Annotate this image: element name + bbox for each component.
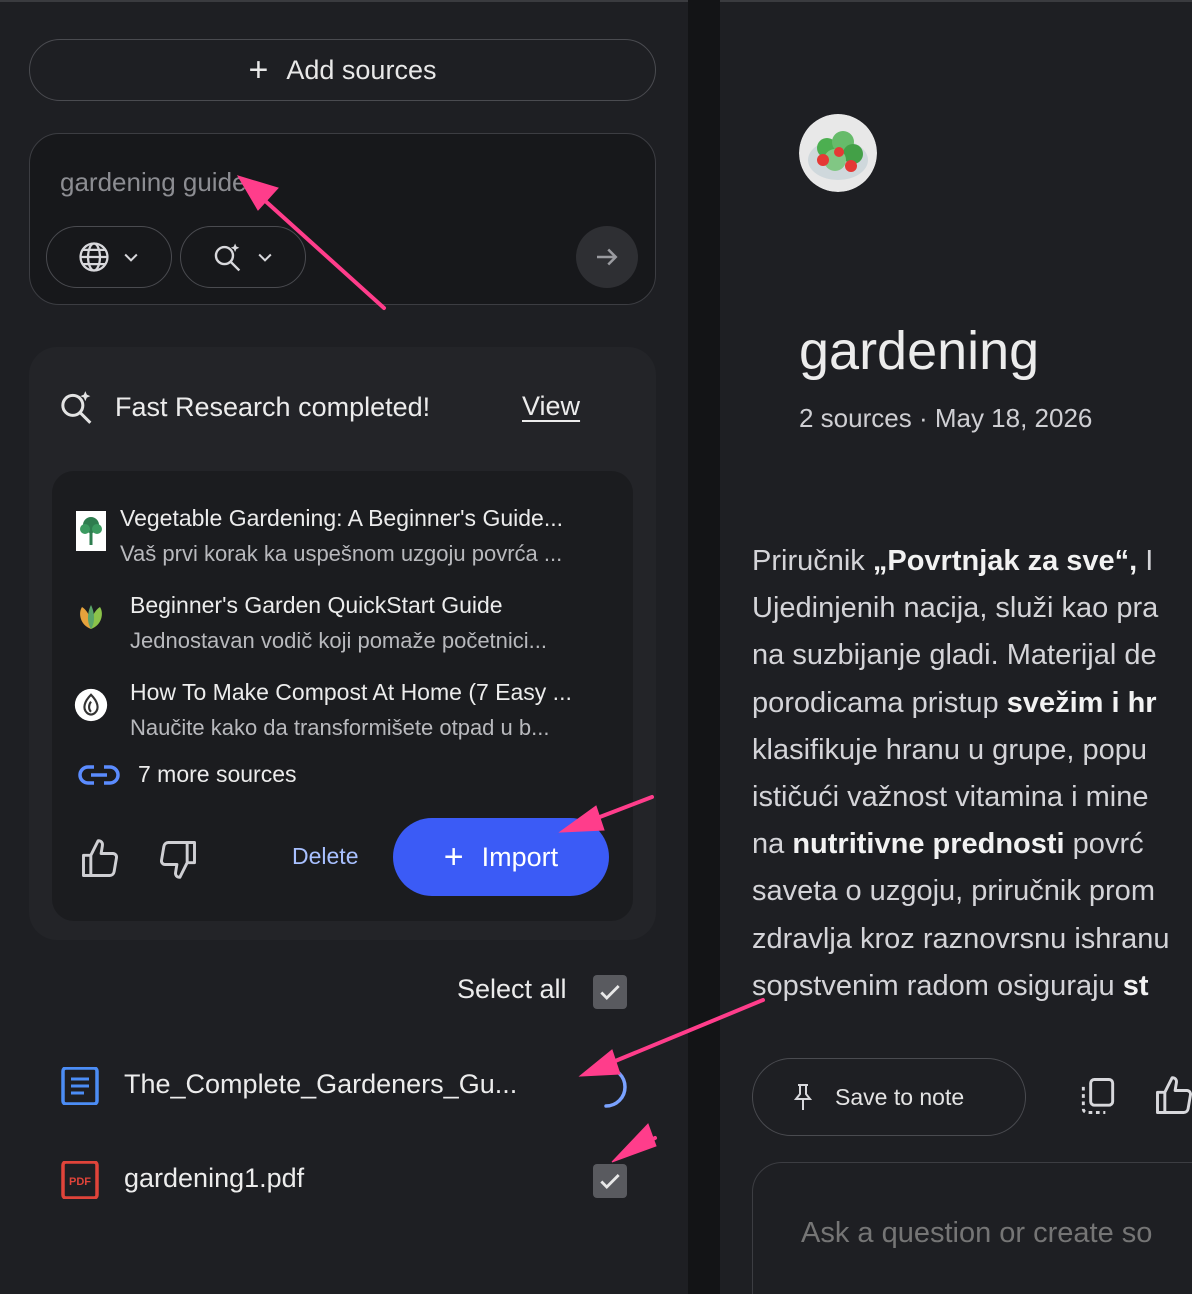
import-button[interactable]: + Import <box>393 818 609 896</box>
salad-emoji-icon <box>799 114 877 192</box>
source-item-doc[interactable]: The_Complete_Gardeners_Gu... <box>60 1061 640 1111</box>
svg-text:PDF: PDF <box>69 1176 91 1188</box>
arrow-right-icon <box>597 248 618 266</box>
chat-input[interactable] <box>801 1213 1192 1253</box>
chevron-down-icon <box>258 253 272 262</box>
document-icon <box>61 1067 99 1105</box>
research-search-box <box>29 133 656 305</box>
thumbs-up-icon[interactable] <box>1152 1074 1192 1118</box>
globe-icon <box>79 242 109 272</box>
add-sources-label: Add sources <box>286 54 437 85</box>
save-to-note-label: Save to note <box>835 1083 965 1110</box>
research-mode-dropdown[interactable] <box>180 226 306 288</box>
pdf-icon: PDF <box>61 1161 99 1199</box>
thumbs-up-icon[interactable] <box>78 837 122 881</box>
notebook-panel: gardening 2 sources · May 18, 2026 Priru… <box>720 0 1192 1294</box>
source-item-pdf[interactable]: PDF gardening1.pdf <box>60 1155 640 1205</box>
result-description: Vaš prvi korak ka uspešnom uzgoju povrća… <box>120 541 563 566</box>
leaf-favicon-icon <box>74 598 108 638</box>
copy-icon[interactable] <box>1076 1074 1120 1118</box>
sources-panel: + Add sources Fast Research completed! <box>0 0 688 1294</box>
submit-search-button[interactable] <box>576 226 638 288</box>
result-title: Beginner's Garden QuickStart Guide <box>130 592 503 618</box>
select-all-checkbox[interactable] <box>593 975 627 1009</box>
chat-input-box <box>752 1162 1192 1294</box>
research-result-item[interactable]: Vegetable Gardening: A Beginner's Guide.… <box>52 495 633 575</box>
result-title: How To Make Compost At Home (7 Easy ... <box>130 679 572 705</box>
research-result-item[interactable]: How To Make Compost At Home (7 Easy ... … <box>52 669 633 749</box>
result-title: Vegetable Gardening: A Beginner's Guide.… <box>120 505 563 531</box>
research-result-item[interactable]: Beginner's Garden QuickStart Guide Jedno… <box>52 582 633 662</box>
research-search-input[interactable] <box>60 164 580 200</box>
loading-spinner-icon <box>604 1066 627 1108</box>
add-sources-button[interactable]: + Add sources <box>29 39 656 101</box>
tree-favicon-icon <box>74 511 108 551</box>
search-sparkle-icon <box>61 391 92 424</box>
panel-divider[interactable] <box>688 0 720 1294</box>
source-checkbox[interactable] <box>593 1164 627 1198</box>
research-status: Fast Research completed! <box>115 391 431 422</box>
notebook-title: gardening <box>799 321 1040 381</box>
search-sparkle-icon <box>214 243 241 272</box>
research-results-list: Vegetable Gardening: A Beginner's Guide.… <box>52 471 633 921</box>
web-source-dropdown[interactable] <box>46 226 172 288</box>
link-icon <box>78 764 120 785</box>
result-description: Naučite kako da transformišete otpad u b… <box>130 715 550 740</box>
plus-icon: + <box>443 838 464 876</box>
chevron-down-icon <box>124 253 138 262</box>
notebook-meta: 2 sources · May 18, 2026 <box>799 403 1093 433</box>
more-sources-label: 7 more sources <box>138 761 297 787</box>
select-all-label: Select all <box>457 974 567 1004</box>
compost-favicon-icon <box>74 685 108 725</box>
more-sources-link[interactable]: 7 more sources <box>78 761 297 788</box>
pin-icon <box>793 1084 813 1110</box>
check-icon <box>600 985 620 1000</box>
delete-button[interactable]: Delete <box>292 843 358 870</box>
result-description: Jednostavan vodič koji pomaže početnici.… <box>130 628 548 653</box>
plus-icon: + <box>248 51 269 89</box>
thumbs-down-icon[interactable] <box>156 837 200 881</box>
research-results-card: Fast Research completed! View Vegetable … <box>29 347 656 940</box>
notebook-summary: Priručnik „Povrtnjak za sve“, I Ujedinje… <box>752 545 1170 1002</box>
view-results-link[interactable]: View <box>522 391 580 422</box>
check-icon <box>600 1174 620 1189</box>
source-name: The_Complete_Gardeners_Gu... <box>124 1069 518 1099</box>
save-to-note-button[interactable]: Save to note <box>752 1058 1026 1136</box>
import-label: Import <box>481 841 559 872</box>
source-name: gardening1.pdf <box>124 1163 305 1193</box>
